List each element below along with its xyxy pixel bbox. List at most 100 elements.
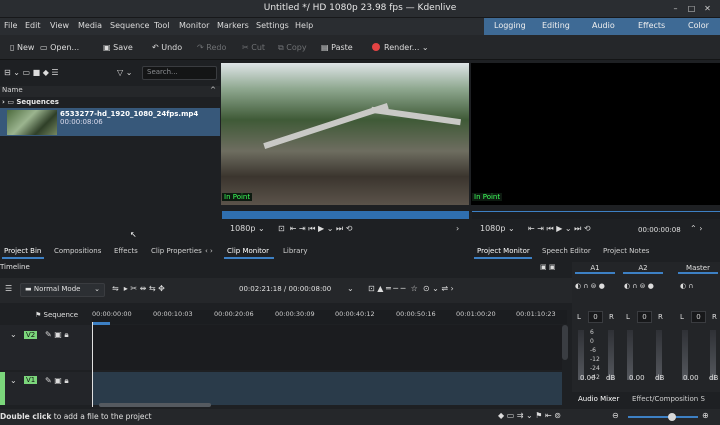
workspace-switcher: Logging Editing Audio Effects Color (484, 18, 720, 35)
tab-scroll-icon[interactable]: ‹ › (205, 247, 213, 255)
a1-controls[interactable]: ◐ ∩ ⊜ ● (575, 282, 605, 290)
track-v2-controls[interactable]: ✎ ▣ 🔒︎ (45, 330, 69, 340)
tab-project-monitor[interactable]: Project Monitor (477, 247, 530, 255)
menu-markers[interactable]: Markers (217, 21, 249, 30)
zoom-slider-handle[interactable] (668, 413, 676, 421)
tab-effects[interactable]: Effects (114, 247, 138, 255)
tab-clip-monitor[interactable]: Clip Monitor (227, 247, 269, 255)
tab-project-bin[interactable]: Project Bin (4, 247, 41, 255)
redo-button[interactable]: ↷ Redo (197, 43, 226, 52)
sequence-label[interactable]: ⚑ Sequence (35, 311, 78, 319)
bin-column-header[interactable]: Name ^ (0, 86, 220, 97)
bin-folder-sequences[interactable]: › ▭ Sequences (2, 98, 59, 106)
edit-mode-select[interactable]: ▬ Normal Mode ⌄ (20, 283, 105, 297)
timeline-vscroll[interactable] (562, 325, 568, 360)
project-transport-controls[interactable]: ⇤ ⇥ ⏮ ▶ ⌄ ⏭ ⟲ (528, 224, 591, 234)
workspace-effects[interactable]: Effects (638, 21, 665, 30)
clip-monitor-ruler[interactable] (222, 211, 469, 219)
master-pan-field[interactable]: 0 (691, 311, 706, 323)
track-lane-v2[interactable] (92, 325, 562, 370)
track-lane-v1[interactable] (92, 372, 562, 405)
collapse-icon[interactable]: ⌄ (10, 330, 17, 339)
zoom-out-icon[interactable]: ⊖ (612, 411, 619, 420)
a2-controls[interactable]: ◐ ∩ ⊜ ● (624, 282, 654, 290)
timeline-tools[interactable]: ⇋ ▸ ✂ ⇹ ⇆ ✥ (112, 284, 165, 293)
mouse-cursor-icon: ↖ (130, 230, 137, 239)
menu-settings[interactable]: Settings (256, 21, 289, 30)
active-tab-indicator (2, 257, 44, 259)
workspace-logging[interactable]: Logging (494, 21, 526, 30)
menu-file[interactable]: File (4, 21, 17, 30)
track-label-v1: V1 (24, 376, 38, 384)
timecode-chevron-icon[interactable]: ⌄ (347, 284, 354, 293)
menu-edit[interactable]: Edit (25, 21, 41, 30)
status-message-text: to add a file to the project (51, 412, 152, 421)
collapse-icon[interactable]: ⌄ (10, 376, 17, 385)
a2-volume-value[interactable]: 0.00 (629, 374, 645, 382)
open-button[interactable]: ▭ Open... (40, 43, 79, 52)
paste-button[interactable]: ▤ Paste (321, 43, 353, 52)
new-button[interactable]: ▯ New (10, 43, 34, 52)
a1-volume-value[interactable]: 0.00 (580, 374, 596, 382)
playhead-line[interactable] (92, 322, 93, 407)
clip-monitor-video[interactable] (221, 63, 469, 205)
cut-button[interactable]: ✂ Cut (242, 43, 265, 52)
project-resolution-select[interactable]: 1080p ⌄ (480, 224, 515, 233)
bin-menu-icon[interactable]: ⊟ ⌄ ▭ ■ ◆ ☰ (4, 68, 59, 77)
track-v1-controls[interactable]: ✎ ▣ 🔒︎ (45, 376, 69, 386)
project-monitor-video[interactable] (471, 63, 720, 205)
master-volume-value[interactable]: 0.00 (683, 374, 699, 382)
railing-left (263, 103, 389, 149)
workspace-editing[interactable]: Editing (542, 21, 570, 30)
render-button[interactable]: Render... ⌄ (372, 43, 429, 52)
menu-sequence[interactable]: Sequence (110, 21, 149, 30)
tab-effect-composition-stack[interactable]: Effect/Composition S (632, 395, 705, 403)
menu-help[interactable]: Help (295, 21, 313, 30)
master-level-meter (682, 330, 688, 380)
close-icon[interactable]: ✕ (702, 3, 713, 14)
workspace-color[interactable]: Color (688, 21, 709, 30)
menu-view[interactable]: View (50, 21, 69, 30)
timeline-menu-icon[interactable]: ☰ (5, 284, 12, 293)
filter-icon[interactable]: ▽ ⌄ (117, 68, 132, 77)
save-button[interactable]: ▣ Save (103, 43, 133, 52)
tab-audio-mixer[interactable]: Audio Mixer (578, 395, 619, 403)
copy-button[interactable]: ⧉ Copy (278, 43, 307, 53)
project-timecode[interactable]: 00:00:00:08 (638, 226, 681, 234)
status-toolbar-icons[interactable]: ◆ ▭ ⇉ ⌄ ⚑ ⇤ ⊚ (498, 411, 561, 420)
ruler-tick: 00:00:30:09 (275, 310, 315, 318)
a2-pan-field[interactable]: 0 (637, 311, 652, 323)
timecode-spin-icon[interactable]: ⌃ › (690, 224, 702, 233)
tab-project-notes[interactable]: Project Notes (603, 247, 649, 255)
minimize-icon[interactable]: – (670, 3, 681, 14)
timeline-edit-tools[interactable]: ⊡ ▲ ═ ─ ─ ☆ ⊙ ⌄ ⇌ › (368, 284, 454, 293)
zoom-in-icon[interactable]: ⊕ (702, 411, 709, 420)
menu-media[interactable]: Media (78, 21, 102, 30)
maximize-icon[interactable]: □ (686, 3, 697, 14)
timeline-timecode[interactable]: 00:02:21:18 / 00:00:08:00 (239, 285, 331, 293)
zoom-slider[interactable] (628, 416, 698, 418)
clip-monitor-more-icon[interactable]: › (456, 224, 459, 233)
a1-pan-field[interactable]: 0 (588, 311, 603, 323)
bin-search-input[interactable]: Search... (142, 66, 217, 80)
tab-clip-properties[interactable]: Clip Properties (151, 247, 202, 255)
tab-speech-editor[interactable]: Speech Editor (542, 247, 591, 255)
clip-transport-controls[interactable]: ⊡ ⇤ ⇥ ⏮ ▶ ⌄ ⏭ ⟲ (278, 224, 352, 234)
menu-monitor[interactable]: Monitor (179, 21, 209, 30)
a2-fader[interactable] (656, 330, 662, 380)
workspace-audio[interactable]: Audio (592, 21, 615, 30)
railing-right (371, 106, 461, 126)
dock-float-close-icon[interactable]: ▣ ▣ (540, 263, 555, 271)
tab-library[interactable]: Library (283, 247, 307, 255)
undo-button[interactable]: ↶ Undo (152, 43, 182, 52)
new-label: New (16, 43, 35, 52)
project-monitor-ruler[interactable] (472, 211, 720, 219)
ruler-tick: 00:01:10:23 (516, 310, 556, 318)
clip-resolution-select[interactable]: 1080p ⌄ (230, 224, 265, 233)
a1-fader[interactable] (608, 330, 614, 380)
master-fader[interactable] (710, 330, 716, 380)
timeline-scrollbar[interactable] (99, 403, 211, 407)
menu-tool[interactable]: Tool (154, 21, 170, 30)
master-controls[interactable]: ◐ ∩ (680, 282, 693, 290)
tab-compositions[interactable]: Compositions (54, 247, 101, 255)
